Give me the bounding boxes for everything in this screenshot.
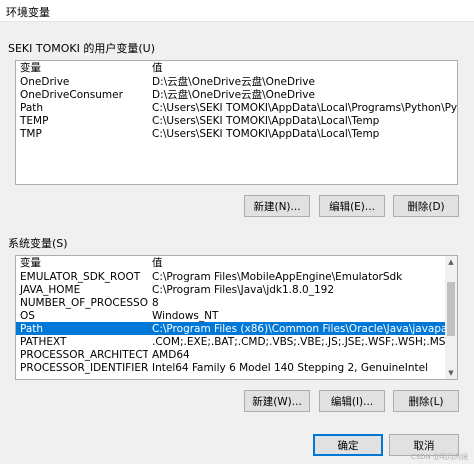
column-header-name[interactable]: 变量 (16, 61, 148, 75)
variable-value: C:\Program Files (x86)\Common Files\Orac… (152, 322, 445, 335)
window-title: 环境变量 (6, 6, 50, 19)
variable-value: .COM;.EXE;.BAT;.CMD;.VBS;.VBE;.JS;.JSE;.… (152, 335, 445, 348)
variable-name: EMULATOR_SDK_ROOT (20, 270, 141, 283)
scrollbar-thumb[interactable] (447, 282, 455, 336)
variable-value: Intel64 Family 6 Model 140 Stepping 2, G… (152, 361, 429, 374)
variable-name: OneDriveConsumer (20, 88, 123, 101)
table-row[interactable]: PROCESSOR_IDENTIFIER Intel64 Family 6 Mod… (16, 361, 445, 374)
table-row[interactable]: JAVA_HOME C:\Program Files\Java\jdk1.8.0_… (16, 283, 445, 296)
variable-value: 8 (152, 296, 159, 309)
table-row[interactable]: TMP C:\Users\SEKI TOMOKI\AppData\Local\Te… (16, 127, 457, 140)
variable-name: OneDrive (20, 75, 70, 88)
variable-name: Path (20, 101, 44, 114)
variable-value: C:\Users\SEKI TOMOKI\AppData\Local\Progr… (152, 101, 457, 114)
variable-name: PATHEXT (20, 335, 67, 348)
watermark: CSDN @明月内镜 (410, 453, 468, 461)
variable-value: C:\Users\SEKI TOMOKI\AppData\Local\Temp (152, 114, 380, 127)
scroll-up-arrow-icon[interactable]: ▲ (445, 256, 457, 268)
table-row[interactable]: OneDriveConsumer D:\云盘\OneDrive云盘\OneDriv… (16, 88, 457, 102)
variable-name: PROCESSOR_ARCHITECTU... (20, 348, 148, 361)
table-row[interactable]: PROCESSOR_ARCHITECTU... AMD64 (16, 348, 445, 361)
system-list-scrollbar[interactable]: ▲ ▼ (445, 256, 457, 379)
variable-value: C:\Users\SEKI TOMOKI\AppData\Local\Temp (152, 127, 380, 140)
system-variables-label: 系统变量(S) (8, 237, 68, 250)
table-row[interactable]: OS Windows_NT (16, 309, 445, 322)
table-row[interactable]: Path C:\Users\SEKI TOMOKI\AppData\Local\P… (16, 101, 457, 114)
variable-value: C:\Program Files\Java\jdk1.8.0_192 (152, 283, 335, 296)
system-variables-list[interactable]: 变量 值 EMULATOR_SDK_ROOT C:\Program Files\M… (15, 255, 458, 380)
system-list-header: 变量 值 (16, 256, 445, 270)
user-list-header: 变量 值 (16, 61, 457, 75)
column-header-name[interactable]: 变量 (16, 256, 148, 270)
system-edit-button[interactable]: 编辑(I)... (319, 390, 385, 412)
user-rows: OneDrive D:\云盘\OneDrive云盘\OneDrive OneDriv… (16, 75, 457, 140)
window-title-bar: 环境变量 (0, 0, 474, 22)
table-row[interactable]: PATHEXT .COM;.EXE;.BAT;.CMD;.VBS;.VBE;.JS… (16, 335, 445, 348)
column-header-value[interactable]: 值 (148, 256, 445, 270)
user-new-button[interactable]: 新建(N)... (244, 195, 310, 217)
ok-button[interactable]: 确定 (313, 434, 383, 456)
variable-name: Path (20, 322, 44, 335)
variable-value: AMD64 (152, 348, 190, 361)
table-row[interactable]: Path C:\Program Files (x86)\Common Files\… (16, 322, 445, 335)
user-variables-label: SEKI TOMOKI 的用户变量(U) (8, 42, 156, 55)
user-variables-list[interactable]: 变量 值 OneDrive D:\云盘\OneDrive云盘\OneDrive On… (15, 60, 458, 185)
variable-name: TMP (20, 127, 42, 140)
scroll-down-arrow-icon[interactable]: ▼ (445, 367, 457, 379)
variable-name: OS (20, 309, 35, 322)
system-new-button[interactable]: 新建(W)... (244, 390, 310, 412)
variable-value: C:\Program Files\MobileAppEngine\Emulato… (152, 270, 403, 283)
variable-value: Windows_NT (152, 309, 219, 322)
variable-name: TEMP (20, 114, 49, 127)
user-edit-button[interactable]: 编辑(E)... (319, 195, 385, 217)
column-header-value[interactable]: 值 (148, 61, 457, 75)
system-rows: EMULATOR_SDK_ROOT C:\Program Files\Mobile… (16, 270, 445, 374)
table-row[interactable]: EMULATOR_SDK_ROOT C:\Program Files\Mobile… (16, 270, 445, 283)
variable-name: JAVA_HOME (20, 283, 81, 296)
variable-name: PROCESSOR_IDENTIFIER (20, 361, 148, 374)
system-delete-button[interactable]: 删除(L) (393, 390, 459, 412)
variable-name: NUMBER_OF_PROCESSORS (20, 296, 148, 309)
table-row[interactable]: NUMBER_OF_PROCESSORS 8 (16, 296, 445, 309)
table-row[interactable]: TEMP C:\Users\SEKI TOMOKI\AppData\Local\T… (16, 114, 457, 127)
user-delete-button[interactable]: 删除(D) (393, 195, 459, 217)
variable-value: D:\云盘\OneDrive云盘\OneDrive (152, 89, 315, 101)
